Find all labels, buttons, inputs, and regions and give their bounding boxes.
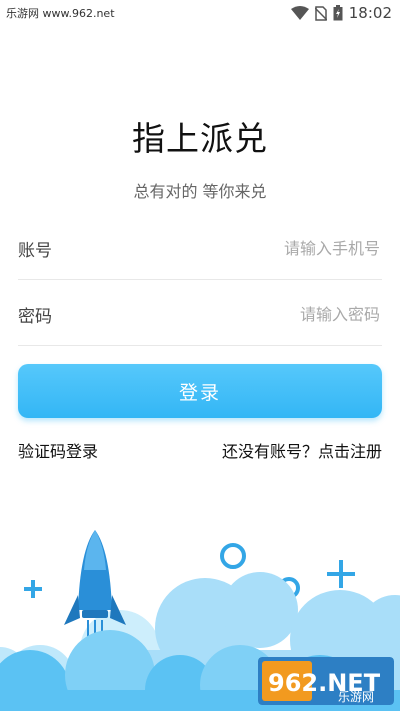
status-bar: 乐游网 www.962.net 18:02 [0, 0, 400, 26]
password-label: 密码 [18, 307, 52, 327]
circle-icon [220, 543, 246, 569]
battery-charging-icon [333, 5, 343, 21]
register-link[interactable]: 还没有账号？点击注册 [222, 438, 382, 462]
app-title: 指上派兑 [132, 119, 268, 158]
account-field: 账号 [18, 218, 382, 280]
account-label: 账号 [18, 241, 52, 261]
status-site-text: 乐游网 www.962.net [6, 7, 115, 20]
password-input[interactable] [178, 304, 382, 325]
plus-icon [24, 580, 42, 598]
no-sim-icon [314, 5, 327, 21]
app-subtitle: 总有对的 等你来兑 [133, 182, 267, 201]
plus-icon [327, 560, 355, 588]
account-input[interactable] [178, 238, 382, 259]
watermark-bottom: 乐游网 [338, 690, 374, 704]
status-time: 18:02 [348, 4, 392, 22]
watermark-logo: 962.NET 乐游网 [258, 657, 394, 705]
sms-login-link[interactable]: 验证码登录 [18, 438, 98, 462]
status-icons: 18:02 [290, 4, 392, 22]
login-button[interactable]: 登录 [18, 364, 382, 418]
wifi-icon [290, 6, 309, 20]
password-field: 密码 [18, 284, 382, 346]
